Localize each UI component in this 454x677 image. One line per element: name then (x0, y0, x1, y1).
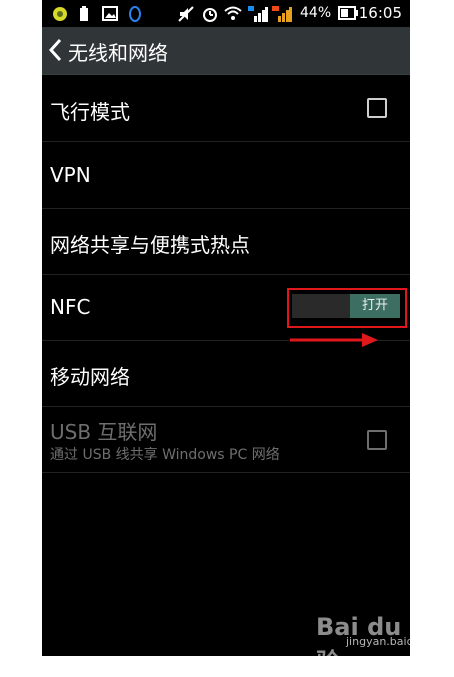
wifi-icon (224, 6, 242, 20)
airplane-mode-label: 飞行模式 (50, 100, 130, 124)
qq-icon (129, 6, 141, 22)
vpn-label: VPN (50, 163, 91, 187)
usb-internet-checkbox (367, 430, 387, 450)
vpn-row[interactable]: VPN (42, 142, 410, 209)
action-bar: 无线和网络 (42, 27, 410, 75)
battery-saver-icon (80, 6, 88, 21)
gallery-icon (102, 6, 118, 21)
page-title: 无线和网络 (68, 41, 168, 65)
mute-icon (178, 6, 194, 22)
phone-screen: 44% 16:05 无线和网络 飞行模式 VPN 网络共享与便携式热点 NFC … (42, 0, 410, 656)
signal-3g-icon (272, 6, 292, 22)
usb-internet-row: USB 互联网 通过 USB 线共享 Windows PC 网络 (42, 406, 410, 473)
annotation-arrow-icon (290, 333, 378, 347)
airplane-mode-checkbox[interactable] (367, 98, 387, 118)
battery-icon (338, 6, 358, 20)
mobile-network-label: 移动网络 (50, 365, 130, 389)
alarm-icon (203, 8, 217, 22)
clock: 16:05 (358, 4, 402, 22)
airplane-mode-row[interactable]: 飞行模式 (42, 75, 410, 142)
usb-internet-label: USB 互联网 (50, 420, 158, 444)
chevron-left-icon[interactable] (46, 38, 66, 62)
watermark-url: jingyan.baidu.com (346, 635, 448, 648)
battery-percent: 44% (300, 5, 332, 21)
nfc-label: NFC (50, 295, 91, 319)
tethering-label: 网络共享与便携式热点 (50, 233, 250, 257)
usb-internet-summary: 通过 USB 线共享 Windows PC 网络 (50, 447, 280, 463)
tethering-row[interactable]: 网络共享与便携式热点 (42, 208, 410, 275)
signal-icon (248, 6, 268, 22)
mobile-network-row[interactable]: 移动网络 (42, 340, 410, 407)
status-bar: 44% 16:05 (42, 0, 410, 27)
annotation-highlight-box (287, 288, 407, 328)
app-icon (53, 7, 67, 21)
